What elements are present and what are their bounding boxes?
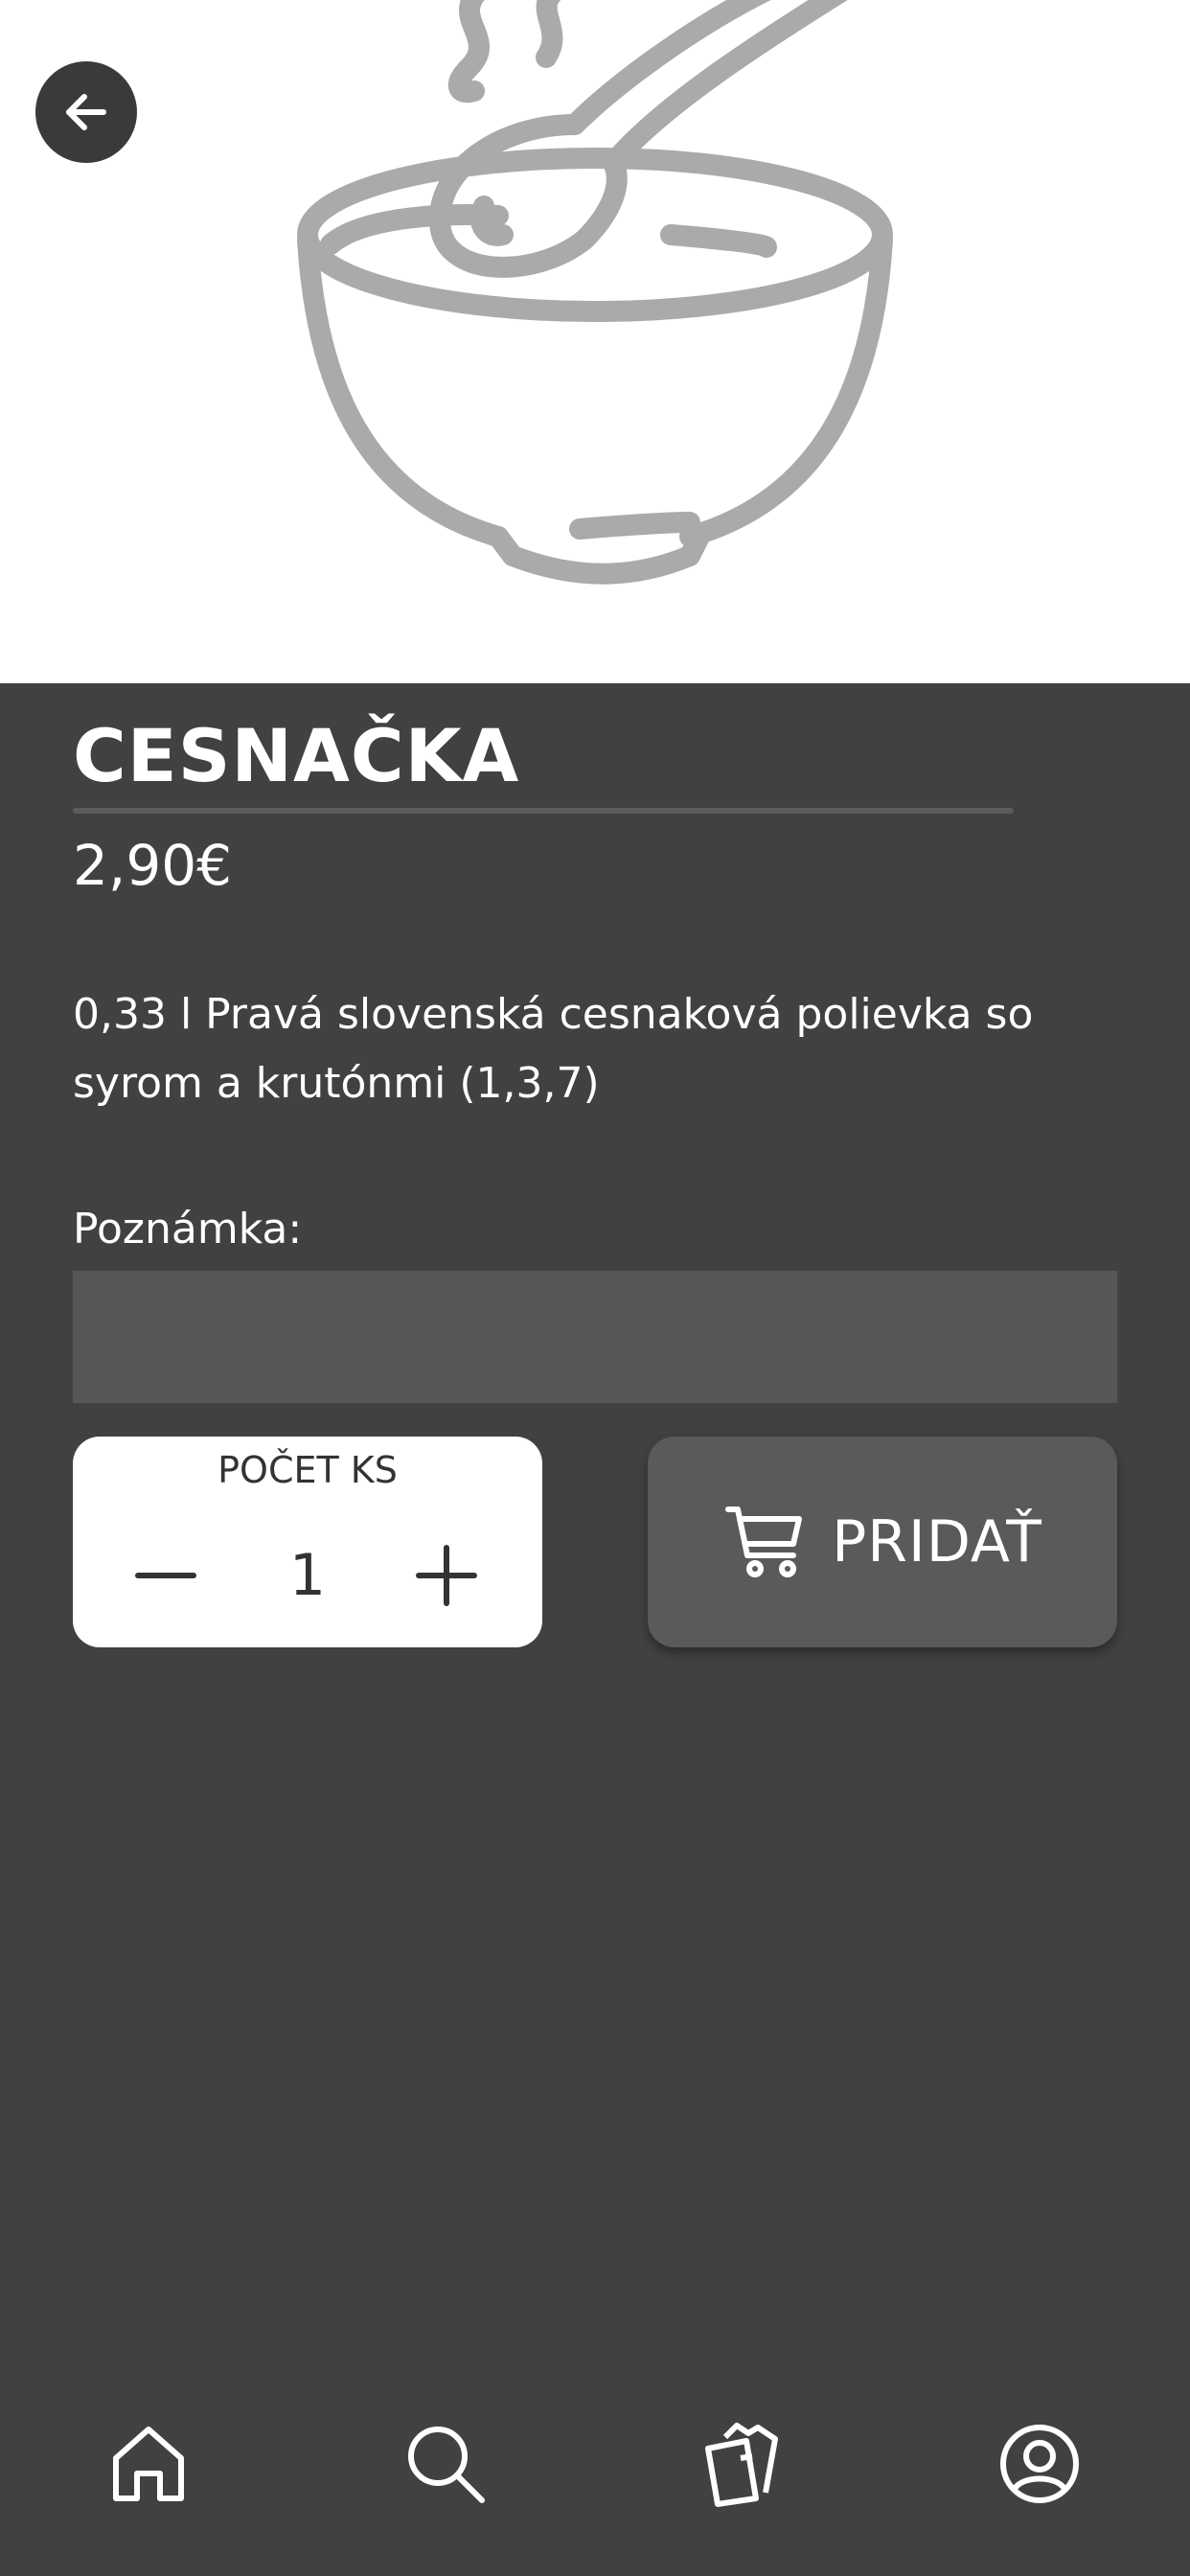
search-icon [408, 2426, 485, 2503]
product-image [0, 0, 1190, 683]
quantity-decrease-button[interactable] [118, 1528, 214, 1623]
note-input[interactable] [73, 1271, 1117, 1403]
product-price: 2,90€ [73, 833, 233, 898]
quantity-stepper: POČET KS 1 [73, 1437, 542, 1647]
quantity-label: POČET KS [217, 1449, 398, 1491]
quantity-increase-button[interactable] [399, 1528, 494, 1623]
menu-cards-icon [705, 2423, 778, 2507]
note-label: Poznámka: [73, 1205, 303, 1254]
minus-icon [135, 1573, 196, 1578]
nav-profile[interactable] [987, 2411, 1092, 2517]
arrow-left-icon [66, 94, 106, 130]
soup-bowl-icon [297, 0, 893, 585]
add-to-cart-label: PRIDAŤ [832, 1508, 1042, 1576]
product-description: 0,33 l Pravá slovenská cesnaková polievk… [73, 990, 1034, 1108]
user-icon [1000, 2425, 1079, 2503]
nav-home[interactable] [96, 2411, 201, 2517]
add-to-cart-button[interactable]: PRIDAŤ [648, 1437, 1117, 1647]
title-divider [73, 808, 1014, 814]
quantity-value: 1 [288, 1542, 327, 1609]
plus-icon [416, 1545, 477, 1606]
bottom-navigation [0, 2377, 1190, 2576]
cart-icon [725, 1506, 803, 1577]
nav-menu[interactable] [690, 2411, 795, 2517]
home-icon [113, 2426, 184, 2501]
product-title: CESNAČKA [73, 713, 520, 798]
nav-search[interactable] [393, 2411, 498, 2517]
back-button[interactable] [35, 61, 137, 163]
